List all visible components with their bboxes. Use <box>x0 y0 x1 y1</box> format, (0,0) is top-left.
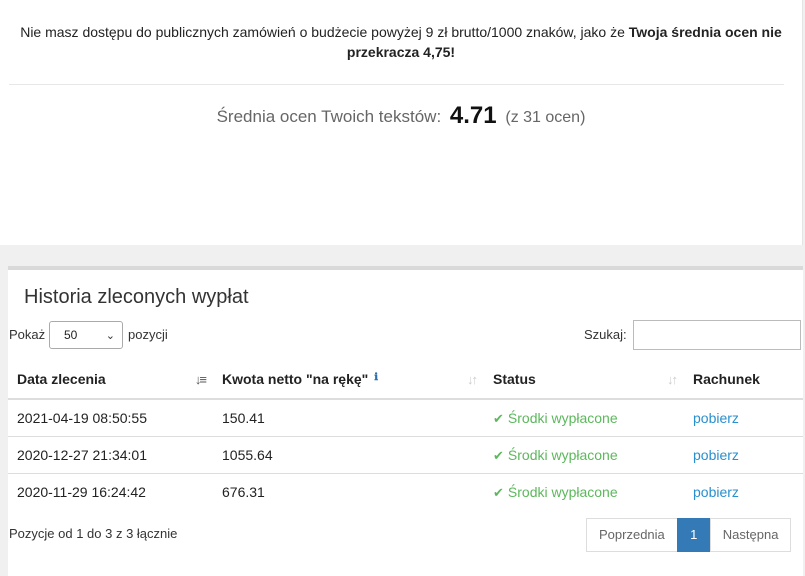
cell-status: ✔ Środki wypłacone <box>484 436 684 474</box>
payout-table: Data zlecenia ↓≡ Kwota netto "na rękę" ℹ… <box>8 360 803 510</box>
divider <box>9 84 784 85</box>
column-header-status[interactable]: Status ↓↑ <box>484 360 684 400</box>
cell-date: 2020-11-29 16:24:42 <box>8 473 213 510</box>
average-value: 4.71 <box>449 102 497 129</box>
column-header-label: Rachunek <box>693 371 760 387</box>
cell-amount: 150.41 <box>213 398 484 437</box>
table-header-row: Data zlecenia ↓≡ Kwota netto "na rękę" ℹ… <box>8 360 803 400</box>
check-icon: ✔ <box>493 410 504 426</box>
column-header-amount[interactable]: Kwota netto "na rękę" ℹ ↓↑ <box>213 360 484 400</box>
column-header-date[interactable]: Data zlecenia ↓≡ <box>8 360 213 400</box>
sort-icon: ↓↑ <box>667 372 678 387</box>
status-text: Środki wypłacone <box>507 409 618 426</box>
cell-date: 2020-12-27 21:34:01 <box>8 436 213 474</box>
column-header-invoice: Rachunek <box>684 360 803 400</box>
sort-icon: ↓↑ <box>467 372 478 387</box>
sort-desc-icon: ↓≡ <box>194 372 207 387</box>
section-title: Historia zleconych wypłat <box>24 286 249 308</box>
payout-history-card: Historia zleconych wypłat Pokaż 50 ⌄ poz… <box>8 266 803 576</box>
cell-status: ✔ Środki wypłacone <box>484 398 684 437</box>
download-invoice-link[interactable]: pobierz <box>693 447 739 463</box>
show-label: Pokaż <box>9 327 46 342</box>
page-1-button[interactable]: 1 <box>676 518 711 552</box>
pagination: Poprzednia 1 Następna <box>586 518 792 552</box>
previous-page-button[interactable]: Poprzednia <box>586 518 678 552</box>
average-rating: Średnia ocen Twoich tekstów: 4.71 (z 31 … <box>0 102 802 130</box>
info-icon[interactable]: ℹ <box>374 372 378 383</box>
status-text: Środki wypłacone <box>507 483 618 500</box>
check-icon: ✔ <box>493 484 504 500</box>
notice-text: Nie masz dostępu do publicznych zamówień… <box>20 24 629 40</box>
access-notice: Nie masz dostępu do publicznych zamówień… <box>10 22 792 62</box>
average-label: Średnia ocen Twoich tekstów: <box>216 107 442 126</box>
table-row: 2020-11-29 16:24:42 676.31 ✔ Środki wypła… <box>8 473 803 510</box>
cell-amount: 1055.64 <box>213 436 484 474</box>
cell-invoice: pobierz <box>684 398 803 437</box>
entries-label: pozycji <box>128 327 168 342</box>
column-header-label: Data zlecenia <box>17 371 106 387</box>
download-invoice-link[interactable]: pobierz <box>693 484 739 500</box>
status-text: Środki wypłacone <box>507 446 618 463</box>
rating-count: (z 31 ocen) <box>505 109 586 126</box>
search-input[interactable] <box>633 320 801 350</box>
table-row: 2020-12-27 21:34:01 1055.64 ✔ Środki wypł… <box>8 436 803 474</box>
column-header-label: Status <box>493 371 536 387</box>
check-icon: ✔ <box>493 447 504 463</box>
search-label: Szukaj: <box>584 327 627 342</box>
cell-invoice: pobierz <box>684 436 803 474</box>
column-header-label: Kwota netto "na rękę" <box>222 371 369 387</box>
cell-date: 2021-04-19 08:50:55 <box>8 398 213 437</box>
table-row: 2021-04-19 08:50:55 150.41 ✔ Środki wypła… <box>8 398 803 437</box>
cell-amount: 676.31 <box>213 473 484 510</box>
table-info: Pozycje od 1 do 3 z 3 łącznie <box>9 526 178 541</box>
eligibility-card: Nie masz dostępu do publicznych zamówień… <box>0 0 803 245</box>
cell-invoice: pobierz <box>684 473 803 510</box>
download-invoice-link[interactable]: pobierz <box>693 410 739 426</box>
page-size-value: 50 <box>64 328 78 342</box>
chevron-down-icon: ⌄ <box>105 330 115 342</box>
next-page-button[interactable]: Następna <box>709 518 792 552</box>
cell-status: ✔ Środki wypłacone <box>484 473 684 510</box>
page-size-select[interactable]: 50 ⌄ <box>49 321 123 349</box>
